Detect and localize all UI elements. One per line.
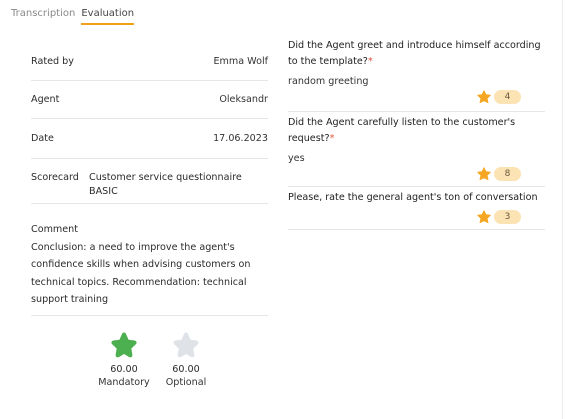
rated-by-label: Rated by xyxy=(31,56,74,67)
rated-by-row: Rated by Emma Wolf xyxy=(31,43,268,81)
scorecard-value: Customer service questionnaire BASIC xyxy=(89,172,242,197)
question-text: Please, rate the general agent's ton of … xyxy=(288,192,538,203)
required-mark: * xyxy=(329,133,335,144)
scorecard-label: Scorecard xyxy=(31,172,79,183)
agent-label: Agent xyxy=(31,94,60,105)
agent-row: Agent Oleksandr xyxy=(31,81,268,119)
mandatory-score: 60.00 Mandatory xyxy=(97,330,151,388)
agent-value: Oleksandr xyxy=(219,94,268,105)
mandatory-score-value: 60.00 xyxy=(110,364,138,375)
rating-badge: 3 xyxy=(494,210,521,224)
optional-score-label: Optional xyxy=(165,377,207,388)
rating-badge: 4 xyxy=(494,90,521,104)
question-text: Did the Agent greet and introduce himsel… xyxy=(288,40,541,67)
question-answer: random greeting xyxy=(288,76,369,87)
mandatory-star-icon xyxy=(111,332,137,358)
date-value: 17.06.2023 xyxy=(213,133,268,144)
evaluation-panel: Transcription Evaluation Rated by Emma W… xyxy=(0,0,563,419)
question-item: Did the Agent greet and introduce himsel… xyxy=(288,38,545,112)
rated-by-value: Emma Wolf xyxy=(213,56,268,67)
optional-score: 60.00 Optional xyxy=(159,330,213,388)
question-text: Did the Agent carefully listen to the cu… xyxy=(288,117,516,144)
questions-list: Did the Agent greet and introduce himsel… xyxy=(288,38,545,230)
scorecard-row: Scorecard Customer service questionnaire… xyxy=(31,159,268,204)
question-answer: yes xyxy=(288,153,305,164)
comment-label: Comment xyxy=(31,224,79,235)
tab-transcription[interactable]: Transcription xyxy=(11,8,75,25)
comment-text: Conclusion: a need to improve the agent'… xyxy=(31,241,251,306)
score-summary: 60.00 Mandatory 60.00 Optional xyxy=(97,330,213,388)
date-row: Date 17.06.2023 xyxy=(31,119,268,159)
tab-bar: Transcription Evaluation xyxy=(11,8,135,25)
star-icon xyxy=(477,167,491,181)
question-item: Please, rate the general agent's ton of … xyxy=(288,187,545,230)
question-rating: 8 xyxy=(288,167,521,181)
optional-score-value: 60.00 xyxy=(172,364,200,375)
tab-evaluation[interactable]: Evaluation xyxy=(81,8,135,25)
question-rating: 3 xyxy=(288,210,521,224)
question-rating: 4 xyxy=(288,90,521,104)
evaluation-info: Rated by Emma Wolf Agent Oleksandr Date … xyxy=(31,43,268,316)
star-icon xyxy=(477,210,491,224)
question-item: Did the Agent carefully listen to the cu… xyxy=(288,112,545,187)
optional-star-icon xyxy=(173,332,199,358)
star-icon xyxy=(477,90,491,104)
comment-block: Comment Conclusion: a need to improve th… xyxy=(31,204,268,316)
mandatory-score-label: Mandatory xyxy=(98,377,150,388)
date-label: Date xyxy=(31,133,54,144)
rating-badge: 8 xyxy=(494,167,521,181)
required-mark: * xyxy=(367,56,373,67)
